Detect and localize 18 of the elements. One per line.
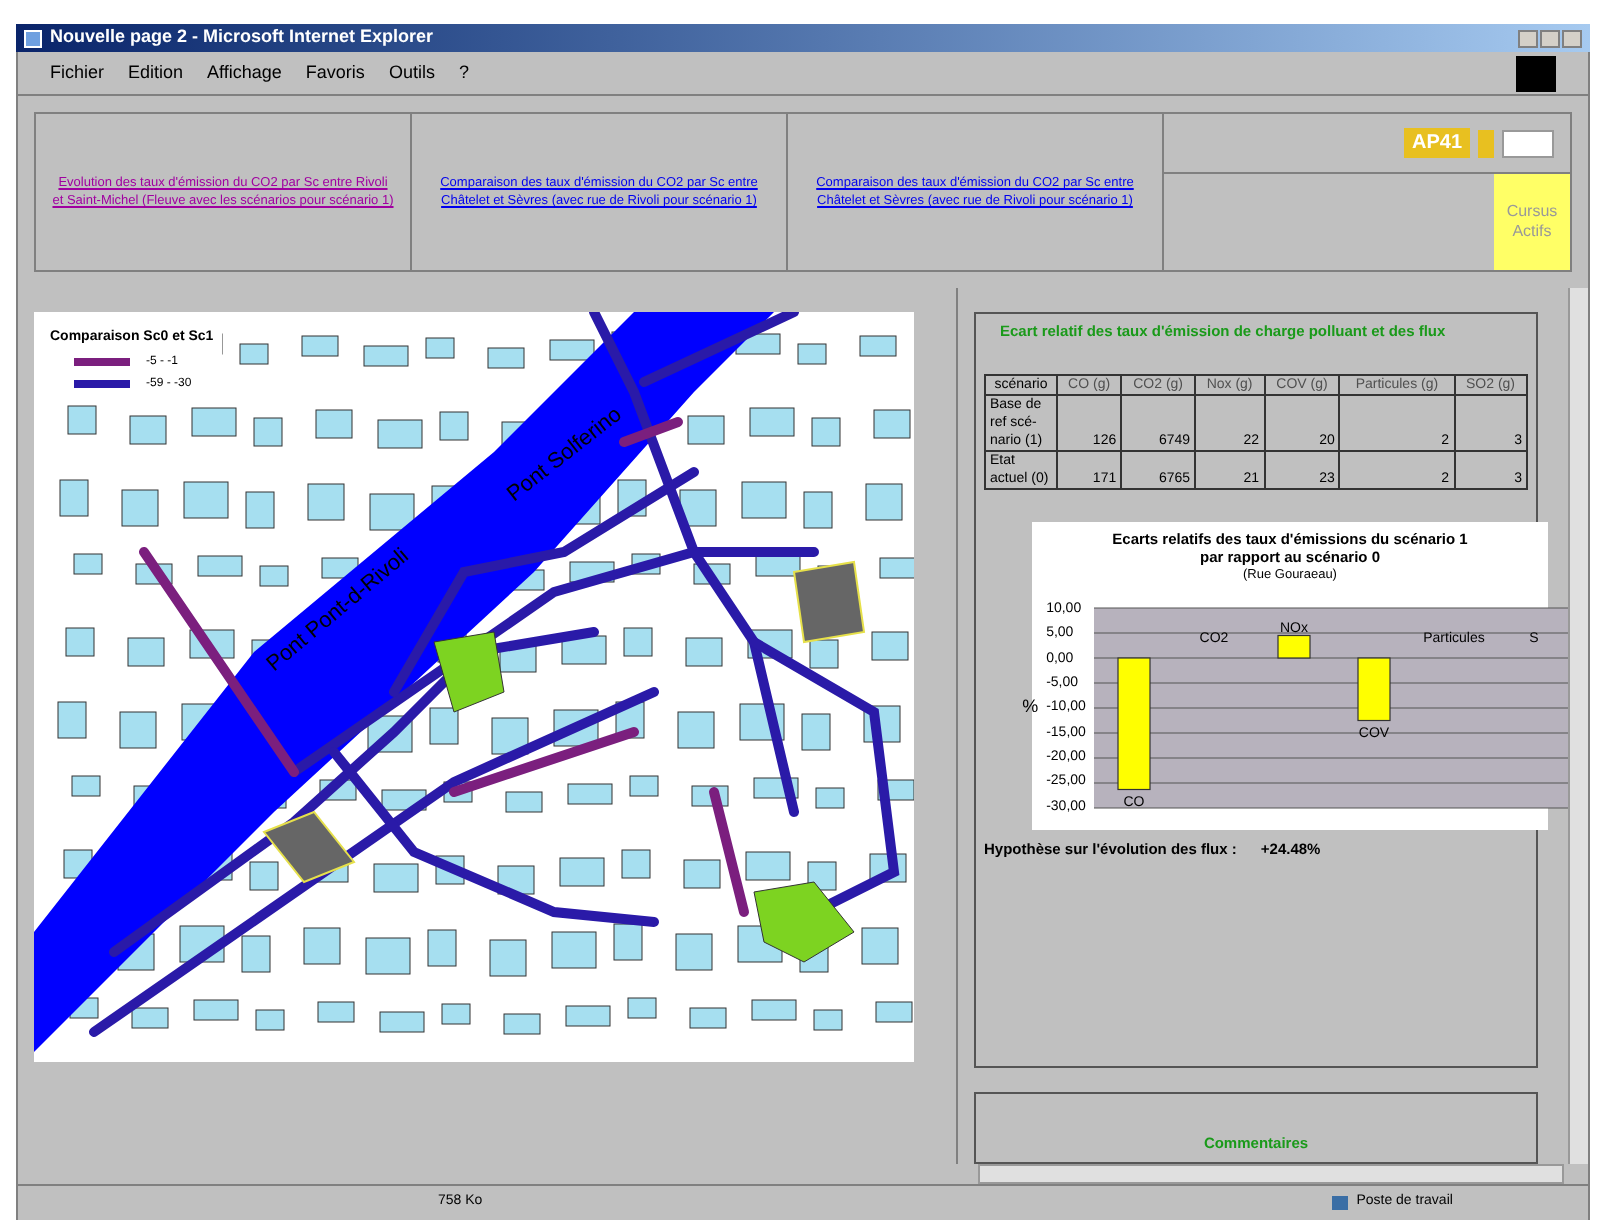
computer-icon — [1332, 1196, 1349, 1210]
bar — [1117, 656, 1151, 790]
menu-item[interactable]: ? — [458, 59, 469, 87]
horizontal-scrollbar[interactable] — [978, 1164, 1564, 1184]
menu-item[interactable]: Fichier — [50, 59, 105, 87]
folder-icon — [1478, 129, 1494, 157]
menu-item[interactable]: Edition — [128, 59, 184, 87]
axis-label: % — [1022, 694, 1039, 720]
bar — [1277, 634, 1311, 659]
bar — [1357, 656, 1391, 721]
menu-item[interactable]: Affichage — [207, 59, 282, 87]
menu-item[interactable]: Outils — [388, 59, 435, 87]
browser-icon — [24, 29, 42, 47]
logo-badge: AP41 — [1403, 128, 1470, 158]
vertical-scrollbar[interactable] — [1568, 288, 1588, 1164]
menu-item[interactable]: Favoris — [305, 59, 365, 87]
window-title: Nouvelle page 2 - Microsoft Internet Explorer — [50, 24, 434, 51]
logo-image — [1502, 129, 1554, 157]
